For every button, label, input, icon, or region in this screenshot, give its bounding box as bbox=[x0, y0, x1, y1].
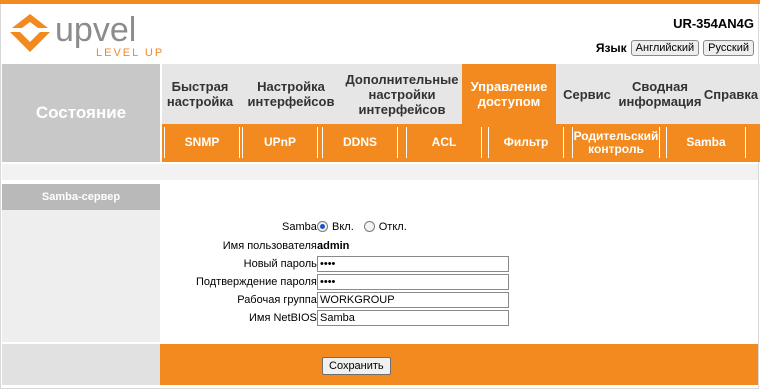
samba-off-radio[interactable] bbox=[363, 221, 375, 232]
samba-off-label: Откл. bbox=[378, 220, 407, 233]
sidebar-title: Samba-сервер bbox=[2, 184, 160, 210]
new-password-field[interactable] bbox=[317, 255, 509, 272]
samba-label: Samba : bbox=[282, 220, 323, 233]
save-button[interactable]: Сохранить bbox=[322, 357, 391, 375]
nav-help[interactable]: Справка bbox=[702, 64, 760, 124]
footer-bar: Сохранить bbox=[2, 344, 758, 385]
confirm-password-field[interactable] bbox=[317, 273, 509, 290]
upvel-logo: upvel LEVEL UP bbox=[8, 8, 178, 60]
new-password-label: Новый пароль : bbox=[243, 257, 323, 270]
subnav-samba[interactable]: Samba bbox=[666, 127, 746, 158]
subnav-filter[interactable]: Фильтр bbox=[488, 127, 564, 158]
tagline-text: LEVEL UP bbox=[96, 47, 164, 59]
language-label: Язык bbox=[595, 41, 627, 55]
nav-status-summary[interactable]: Сводная информация bbox=[616, 64, 704, 124]
workgroup-row: Рабочая группа : bbox=[160, 291, 758, 308]
english-button[interactable]: Английский bbox=[630, 40, 700, 56]
radio-selected-dot bbox=[320, 224, 325, 229]
samba-radio-group: Вкл. Откл. bbox=[317, 221, 407, 233]
state-label: Состояние bbox=[35, 103, 127, 122]
samba-form: Samba : Вкл. Откл. Имя пользователя : ad… bbox=[160, 184, 758, 342]
netbios-field[interactable] bbox=[317, 309, 509, 326]
sub-nav: SNMP UPnP DDNS ACL Фильтр Родительский к… bbox=[162, 124, 760, 162]
username-label: Имя пользователя : bbox=[222, 239, 323, 252]
confirm-password-row: Подтверждение пароля : bbox=[160, 273, 758, 290]
samba-on-label: Вкл. bbox=[332, 220, 354, 233]
subnav-acl[interactable]: ACL bbox=[406, 127, 482, 158]
model-name: UR-354AN4G bbox=[673, 16, 754, 31]
confirm-password-label: Подтверждение пароля : bbox=[195, 275, 323, 288]
samba-row: Samba : Вкл. Откл. bbox=[160, 218, 758, 235]
nav-maintenance[interactable]: Сервис bbox=[558, 64, 616, 124]
language-selector: Язык Английский Русский bbox=[596, 40, 754, 56]
main-nav: Быстрая настройка Настройка интерфейсов … bbox=[162, 64, 760, 124]
username-value: admin bbox=[317, 239, 350, 252]
netbios-label: Имя NetBIOS : bbox=[249, 311, 323, 324]
state-menu[interactable]: Состояние bbox=[2, 64, 160, 162]
new-password-row: Новый пароль : bbox=[160, 255, 758, 272]
samba-on-radio[interactable] bbox=[317, 221, 328, 232]
workgroup-field[interactable] bbox=[317, 291, 509, 308]
nav-access-management[interactable]: Управление доступом bbox=[462, 64, 556, 124]
separator-band bbox=[2, 164, 758, 180]
username-row: Имя пользователя : admin bbox=[160, 237, 758, 254]
top-accent-bar bbox=[0, 0, 760, 4]
subnav-parental-control[interactable]: Родительский контроль bbox=[572, 127, 660, 158]
subnav-upnp[interactable]: UPnP bbox=[242, 127, 318, 158]
subnav-snmp[interactable]: SNMP bbox=[164, 127, 240, 158]
nav-quick-setup[interactable]: Быстрая настройка bbox=[162, 64, 238, 124]
nav-interface-setup[interactable]: Настройка интерфейсов bbox=[242, 64, 340, 124]
nav-advanced-setup[interactable]: Дополнительные настройки интерфейсов bbox=[342, 64, 462, 124]
russian-button[interactable]: Русский bbox=[703, 40, 754, 56]
brand-text: upvel bbox=[55, 11, 136, 49]
netbios-row: Имя NetBIOS : bbox=[160, 309, 758, 326]
subnav-ddns[interactable]: DDNS bbox=[322, 127, 398, 158]
footer-side-panel bbox=[2, 344, 160, 385]
workgroup-label: Рабочая группа : bbox=[237, 293, 323, 306]
